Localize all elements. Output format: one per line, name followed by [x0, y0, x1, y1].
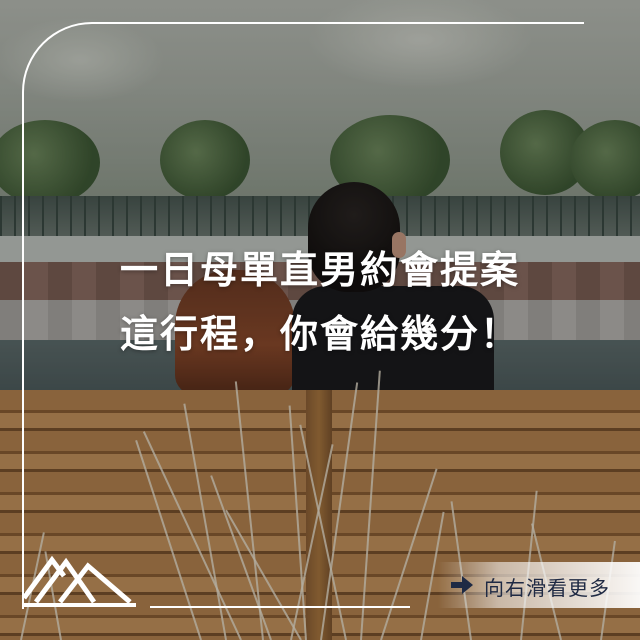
headline-line-2: 這行程，你會給幾分！	[119, 312, 520, 356]
swipe-hint-label: 向右滑看更多	[484, 576, 610, 600]
headline-line-1: 一日母單直男約會提案	[119, 248, 520, 292]
swipe-hint[interactable]: 向右滑看更多	[438, 562, 640, 608]
headline: 一日母單直男約會提案 這行程，你會給幾分！	[0, 240, 640, 368]
bottom-divider	[150, 606, 410, 608]
right-arrow-icon	[451, 576, 473, 594]
post-image: 一日母單直男約會提案 這行程，你會給幾分！ 向右滑看更多	[0, 0, 640, 640]
mountain-logo-icon	[22, 555, 136, 607]
